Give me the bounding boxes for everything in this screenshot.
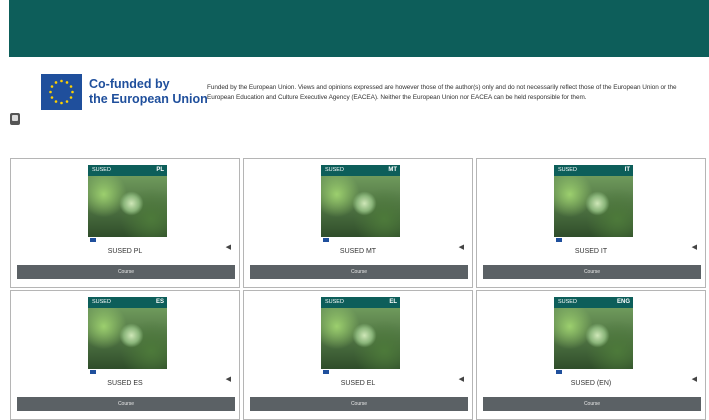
course-cover-image[interactable]: SUSED ES — [88, 297, 167, 375]
cover-brand: SUSED — [92, 167, 111, 173]
course-title: SUSED PL — [107, 248, 143, 255]
cofunded-line-2: the European Union — [89, 92, 208, 106]
cover-photo — [554, 308, 633, 369]
course-cover-image[interactable]: SUSED IT — [554, 165, 633, 243]
cover-language-code: MT — [388, 167, 397, 173]
cover-language-code: PL — [156, 167, 164, 173]
cover-brand: SUSED — [325, 167, 344, 173]
course-card[interactable]: SUSED ES SUSED ES ◀ Course — [10, 290, 240, 420]
eu-star-icon — [71, 90, 74, 94]
cover-photo — [321, 176, 400, 237]
course-title: SUSED MT — [339, 248, 377, 255]
cover-photo — [554, 176, 633, 237]
cover-language-code: EL — [389, 299, 397, 305]
course-button[interactable]: Course — [483, 397, 701, 411]
eu-star-icon — [54, 100, 58, 103]
cover-footer — [554, 237, 633, 243]
course-card[interactable]: SUSED IT SUSED IT ◀ Course — [476, 158, 706, 288]
sidebar-toggle-icon[interactable] — [10, 113, 20, 125]
cover-footer — [554, 369, 633, 375]
eu-star-icon — [60, 79, 63, 83]
course-card[interactable]: SUSED ENG SUSED (EN) ◀ Course — [476, 290, 706, 420]
cover-footer — [321, 237, 400, 243]
course-cover-image[interactable]: SUSED MT — [321, 165, 400, 243]
eu-star-icon — [65, 81, 69, 84]
cover-photo — [88, 176, 167, 237]
speaker-icon[interactable]: ◀ — [226, 243, 231, 251]
cover-language-code: ES — [155, 299, 164, 305]
eu-star-icon — [69, 85, 73, 88]
course-button[interactable]: Course — [250, 265, 468, 279]
course-card[interactable]: SUSED EL SUSED EL ◀ Course — [243, 290, 473, 420]
eu-star-icon — [54, 81, 58, 84]
eu-star-icon — [60, 101, 63, 105]
course-cover-image[interactable]: SUSED PL — [88, 165, 167, 243]
cover-brand: SUSED — [558, 299, 577, 305]
speaker-icon[interactable]: ◀ — [692, 375, 697, 383]
eu-star-icon — [69, 96, 73, 99]
course-button[interactable]: Course — [250, 397, 468, 411]
funding-disclaimer: Funded by the European Union. Views and … — [207, 84, 677, 101]
cover-footer — [321, 369, 400, 375]
eu-flag-icon — [41, 74, 82, 110]
cover-photo — [88, 308, 167, 369]
course-button[interactable]: Course — [483, 265, 701, 279]
cover-footer — [88, 237, 167, 243]
course-button[interactable]: Course — [17, 265, 235, 279]
cover-language-code: ENG — [616, 299, 630, 305]
cofunded-label: Co-funded by the European Union — [89, 77, 208, 107]
speaker-icon[interactable]: ◀ — [459, 375, 464, 383]
eu-star-icon — [50, 96, 54, 99]
cover-photo — [321, 308, 400, 369]
course-card[interactable]: SUSED PL SUSED PL ◀ Course — [10, 158, 240, 288]
cover-language-code: IT — [624, 167, 630, 173]
cover-brand: SUSED — [558, 167, 577, 173]
course-title: SUSED IT — [574, 248, 608, 255]
course-cover-image[interactable]: SUSED EL — [321, 297, 400, 375]
eu-star-icon — [50, 85, 54, 88]
course-title: SUSED (EN) — [570, 380, 612, 387]
top-banner — [9, 0, 709, 57]
course-title: SUSED EL — [340, 380, 376, 387]
cover-brand: SUSED — [325, 299, 344, 305]
eu-star-icon — [65, 100, 69, 103]
cofunded-line-1: Co-funded by — [89, 77, 170, 91]
cover-brand: SUSED — [92, 299, 111, 305]
cover-footer — [88, 369, 167, 375]
course-cover-image[interactable]: SUSED ENG — [554, 297, 633, 375]
course-card[interactable]: SUSED MT SUSED MT ◀ Course — [243, 158, 473, 288]
eu-star-icon — [49, 90, 52, 94]
speaker-icon[interactable]: ◀ — [692, 243, 697, 251]
speaker-icon[interactable]: ◀ — [226, 375, 231, 383]
course-button[interactable]: Course — [17, 397, 235, 411]
speaker-icon[interactable]: ◀ — [459, 243, 464, 251]
course-title: SUSED ES — [107, 380, 143, 387]
